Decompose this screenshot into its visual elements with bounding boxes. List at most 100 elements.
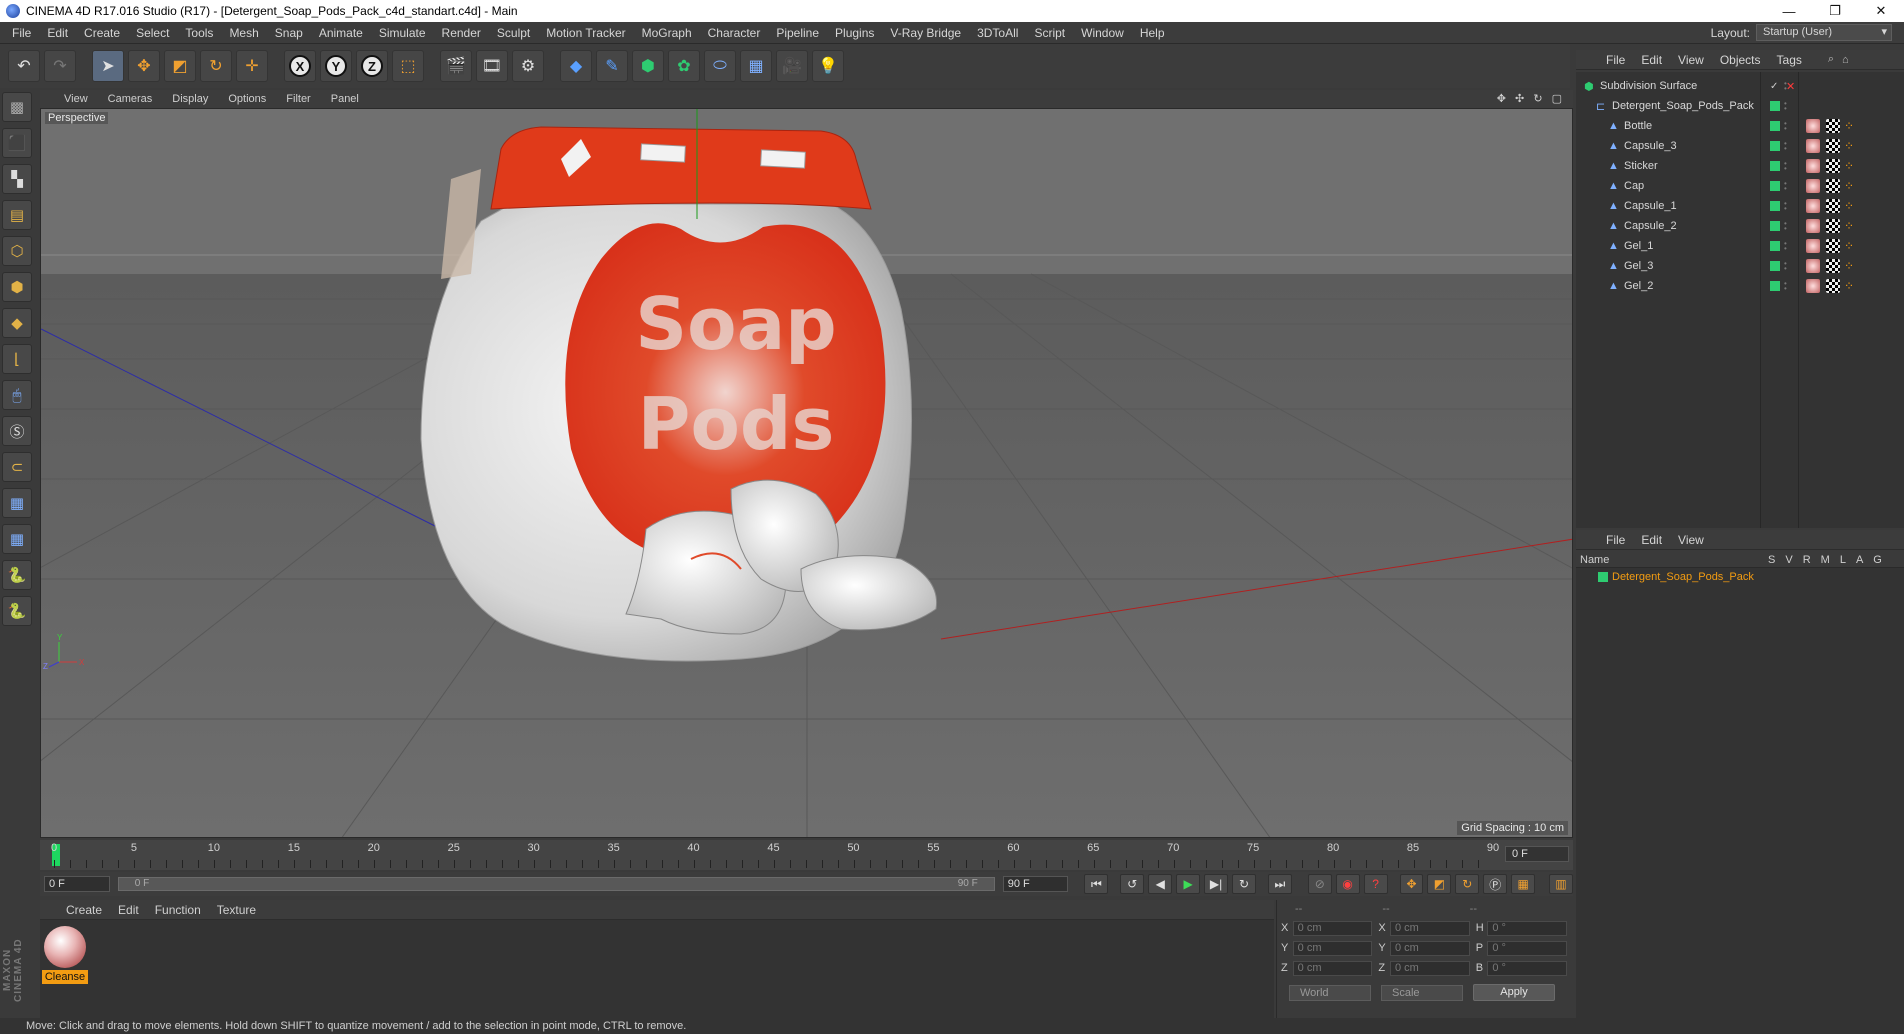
menu-character[interactable]: Character <box>700 26 769 40</box>
object-name[interactable]: Sticker <box>1624 160 1658 172</box>
end-frame-field[interactable]: 90 F <box>1002 876 1069 892</box>
menu-file[interactable]: File <box>4 26 39 40</box>
material-tag-icon[interactable] <box>1806 159 1820 173</box>
object-name[interactable]: Cap <box>1624 180 1644 192</box>
phong-tag-icon[interactable]: ⁘ <box>1844 159 1858 173</box>
next-frame-button[interactable]: ▶| <box>1204 874 1229 894</box>
material-tag-icon[interactable] <box>1806 219 1820 233</box>
python-script-2-button[interactable]: 🐍 <box>2 596 32 626</box>
menu-window[interactable]: Window <box>1073 26 1132 40</box>
render-settings-button[interactable]: ⚙ <box>512 50 544 82</box>
menu-plugins[interactable]: Plugins <box>827 26 882 40</box>
texture-tag-icon[interactable] <box>1826 119 1840 133</box>
rotation-p-field[interactable]: 0 ° <box>1487 940 1568 956</box>
texture-tag-icon[interactable] <box>1826 139 1840 153</box>
object-row[interactable]: ⬢ Subdivision Surface ✓ ✕ • • <box>1576 76 1904 96</box>
motion-path-button[interactable]: ⊘ <box>1307 874 1332 894</box>
material-menu-create[interactable]: Create <box>58 903 110 917</box>
object-row[interactable]: ▲ Gel_3 • • ⁘ <box>1576 256 1904 276</box>
visibility-dots-icon[interactable]: • • <box>1784 140 1788 153</box>
object-row[interactable]: ▲ Capsule_1 • • ⁘ <box>1576 196 1904 216</box>
size-x-field[interactable]: 0 cm <box>1389 920 1470 936</box>
viewport-menu-filter[interactable]: Filter <box>276 93 320 105</box>
menu-create[interactable]: Create <box>76 26 128 40</box>
lm-menu-edit[interactable]: Edit <box>1633 533 1670 547</box>
visibility-dots-icon[interactable]: • • <box>1784 240 1788 253</box>
material-menu-texture[interactable]: Texture <box>209 903 264 917</box>
live-selection-button[interactable]: ➤ <box>92 50 124 82</box>
add-camera-button[interactable]: 🎥 <box>776 50 808 82</box>
layer-color-swatch[interactable] <box>1770 101 1780 111</box>
viewport-navigation-icons[interactable]: ✥ ✣ ↻ ▢ <box>1497 92 1565 105</box>
move-tool-button[interactable]: ✥ <box>128 50 160 82</box>
material-tag-icon[interactable] <box>1806 179 1820 193</box>
rotation-h-field[interactable]: 0 ° <box>1487 920 1568 936</box>
layout-dropdown[interactable]: Startup (User) <box>1756 24 1892 41</box>
object-row[interactable]: ▲ Cap • • ⁘ <box>1576 176 1904 196</box>
add-nurbs-button[interactable]: ⬢ <box>632 50 664 82</box>
size-z-field[interactable]: 0 cm <box>1389 960 1470 976</box>
object-row[interactable]: ▲ Capsule_3 • • ⁘ <box>1576 136 1904 156</box>
material-tag-icon[interactable] <box>1806 279 1820 293</box>
add-deformer-button[interactable]: ⬭ <box>704 50 736 82</box>
x-axis-lock-button[interactable]: X <box>284 50 316 82</box>
phong-tag-icon[interactable]: ⁘ <box>1844 199 1858 213</box>
visibility-dots-icon[interactable]: • • <box>1784 120 1788 133</box>
key-parameter-button[interactable]: Ⓟ <box>1483 874 1508 894</box>
phong-tag-icon[interactable]: ⁘ <box>1844 279 1858 293</box>
viewport-menu-display[interactable]: Display <box>162 93 218 105</box>
object-name[interactable]: Bottle <box>1624 120 1652 132</box>
preview-range-slider[interactable]: 0 F 90 F <box>117 877 995 891</box>
position-z-field[interactable]: 0 cm <box>1292 960 1373 976</box>
lm-menu-file[interactable]: File <box>1598 533 1633 547</box>
phong-tag-icon[interactable]: ⁘ <box>1844 239 1858 253</box>
material-tag-icon[interactable] <box>1806 119 1820 133</box>
texture-tag-icon[interactable] <box>1826 159 1840 173</box>
position-y-field[interactable]: 0 cm <box>1292 940 1373 956</box>
3d-viewport[interactable]: Soap Pods Y X Z Perspective Grid Spacing… <box>40 108 1573 838</box>
snap-button[interactable]: Ⓢ <box>2 416 32 446</box>
size-y-field[interactable]: 0 cm <box>1389 940 1470 956</box>
tweak-mode-button[interactable]: 🖱 <box>2 380 32 410</box>
texture-tag-icon[interactable] <box>1826 199 1840 213</box>
object-row[interactable]: ▲ Bottle • • ⁘ <box>1576 116 1904 136</box>
viewport-menu-view[interactable]: View <box>54 93 98 105</box>
menu-vray-bridge[interactable]: V-Ray Bridge <box>882 26 969 40</box>
object-row[interactable]: ▲ Gel_1 • • ⁘ <box>1576 236 1904 256</box>
lm-menu-view[interactable]: View <box>1670 533 1712 547</box>
phong-tag-icon[interactable]: ⁘ <box>1844 139 1858 153</box>
add-floor-button[interactable]: ▦ <box>740 50 772 82</box>
phong-tag-icon[interactable]: ⁘ <box>1844 119 1858 133</box>
om-menu-file[interactable]: File <box>1598 53 1633 67</box>
points-mode-button[interactable]: ⬡ <box>2 236 32 266</box>
visibility-dots-icon[interactable]: • • <box>1784 260 1788 273</box>
go-to-end-button[interactable]: ⏭ <box>1267 874 1292 894</box>
material-menu-function[interactable]: Function <box>147 903 209 917</box>
object-name[interactable]: Gel_1 <box>1624 240 1653 252</box>
python-script-button[interactable]: 🐍 <box>2 560 32 590</box>
axis-mode-button[interactable]: ⌊ <box>2 344 32 374</box>
current-frame-field[interactable]: 0 F <box>1505 846 1569 862</box>
menu-snap[interactable]: Snap <box>267 26 311 40</box>
menu-script[interactable]: Script <box>1026 26 1073 40</box>
texture-tag-icon[interactable] <box>1826 259 1840 273</box>
y-axis-lock-button[interactable]: Y <box>320 50 352 82</box>
om-home-icon[interactable]: ⌂ <box>1842 54 1849 66</box>
previous-frame-button[interactable]: ◀ <box>1148 874 1173 894</box>
menu-help[interactable]: Help <box>1132 26 1173 40</box>
record-button[interactable]: ◉ <box>1335 874 1360 894</box>
menu-render[interactable]: Render <box>434 26 489 40</box>
visibility-dots-icon[interactable]: • • <box>1784 220 1788 233</box>
play-button[interactable]: ▶ <box>1176 874 1201 894</box>
viewport-menu-options[interactable]: Options <box>218 93 276 105</box>
minimize-button[interactable]: — <box>1766 0 1812 22</box>
texture-tag-icon[interactable] <box>1826 179 1840 193</box>
layer-color-swatch[interactable] <box>1770 141 1780 151</box>
layer-color-swatch[interactable] <box>1770 261 1780 271</box>
menu-animate[interactable]: Animate <box>311 26 371 40</box>
object-row[interactable]: ⊏ Detergent_Soap_Pods_Pack • • <box>1576 96 1904 116</box>
material-tag-icon[interactable] <box>1806 239 1820 253</box>
visibility-dots-icon[interactable]: • • <box>1784 200 1788 213</box>
layer-row[interactable]: Detergent_Soap_Pods_Pack <box>1576 568 1904 586</box>
edges-mode-button[interactable]: ⬢ <box>2 272 32 302</box>
